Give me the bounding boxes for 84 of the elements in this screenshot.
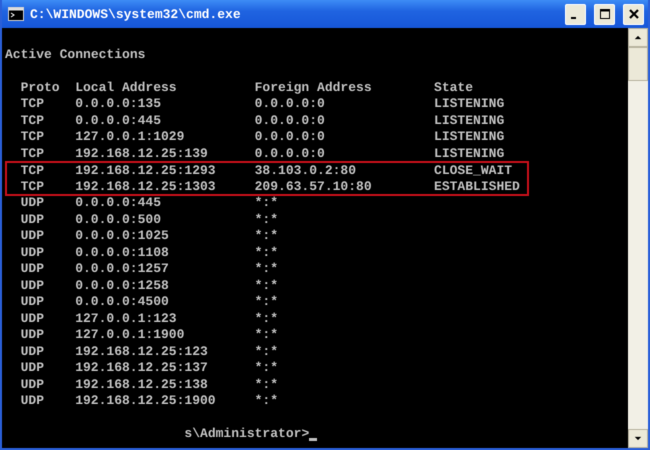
local-address-text: 0.0.0.0:1257: [75, 261, 170, 278]
protocol-text: UDP: [20, 310, 45, 327]
local-address-text: 192.168.12.25:138: [75, 376, 209, 393]
foreign-address-text: 0.0.0.0:0: [254, 96, 326, 112]
foreign-address-text: *:*: [254, 278, 280, 294]
local-address-text: 0.0.0.0:1108: [75, 244, 170, 261]
foreign-address-text: *:*: [254, 376, 280, 393]
local-address-text: 0.0.0.0:445: [75, 112, 162, 129]
foreign-address-text: *:*: [254, 310, 280, 327]
local-address-text: 192.168.12.25:137: [75, 360, 209, 376]
local-address-text: 192.168.12.25:1293: [75, 163, 217, 178]
protocol-text: UDP: [20, 393, 45, 410]
close-icon: [628, 8, 640, 20]
protocol-text: UDP: [20, 261, 45, 278]
state-text: CLOSE_WAIT: [434, 163, 512, 178]
local-address-text: 0.0.0.0:445: [75, 195, 162, 212]
foreign-address-text: *:*: [254, 212, 280, 228]
protocol-text: UDP: [20, 228, 45, 244]
foreign-address-text: *:*: [254, 228, 280, 244]
down-arrow-icon: [634, 436, 642, 441]
foreign-address-text: 0.0.0.0:0: [254, 112, 326, 129]
local-address-text: 0.0.0.0:500: [75, 212, 162, 228]
foreign-address-text: *:*: [254, 294, 280, 310]
protocol-text: UDP: [20, 212, 45, 228]
console-heading: Active Connections: [5, 46, 146, 62]
protocol-text: TCP: [20, 178, 45, 194]
up-arrow-icon: [634, 35, 642, 40]
maximize-button[interactable]: [594, 4, 615, 24]
column-header: Proto: [20, 80, 61, 96]
protocol-text: TCP: [20, 163, 45, 178]
protocol-text: UDP: [20, 195, 45, 212]
foreign-address-text: *:*: [254, 261, 280, 278]
protocol-text: TCP: [20, 96, 45, 112]
local-address-text: 192.168.12.25:123: [75, 344, 209, 360]
local-address-text: 127.0.0.1:1900: [75, 327, 186, 344]
protocol-text: UDP: [20, 360, 45, 376]
state-text: LISTENING: [434, 146, 504, 162]
state-text: LISTENING: [434, 96, 504, 112]
protocol-text: TCP: [20, 146, 45, 162]
foreign-address-text: 38.103.0.2:80: [254, 163, 358, 178]
local-address-text: 0.0.0.0:135: [75, 96, 162, 112]
foreign-address-text: *:*: [254, 327, 280, 344]
column-header: Local Address: [75, 80, 178, 96]
local-address-text: 127.0.0.1:1029: [75, 129, 186, 146]
foreign-address-text: 0.0.0.0:0: [254, 129, 326, 146]
protocol-text: TCP: [20, 129, 45, 146]
maximize-icon: [598, 8, 610, 20]
local-address-text: 192.168.12.25:139: [75, 146, 209, 162]
window-title: C:\WINDOWS\system32\cmd.exe: [30, 6, 241, 22]
protocol-text: UDP: [20, 327, 45, 344]
foreign-address-text: *:*: [254, 195, 280, 212]
foreign-address-text: 209.63.57.10:80: [254, 178, 373, 194]
local-address-text: 0.0.0.0:4500: [75, 294, 170, 310]
minimize-button[interactable]: [565, 4, 586, 24]
foreign-address-text: *:*: [254, 360, 280, 376]
protocol-text: UDP: [20, 294, 45, 310]
close-button[interactable]: [623, 4, 644, 24]
local-address-text: 0.0.0.0:1258: [75, 278, 170, 294]
local-address-text: 0.0.0.0:1025: [75, 228, 170, 244]
command-prompt: s\Administrator>: [184, 426, 310, 442]
local-address-text: 127.0.0.1:123: [75, 310, 178, 327]
scroll-down-button[interactable]: [628, 429, 648, 448]
protocol-text: UDP: [20, 376, 45, 393]
text-cursor: [309, 438, 318, 440]
column-header: State: [434, 80, 474, 96]
local-address-text: 192.168.12.25:1900: [75, 393, 217, 410]
scroll-thumb[interactable]: [628, 47, 648, 81]
protocol-text: UDP: [20, 244, 45, 261]
state-text: LISTENING: [434, 112, 504, 129]
foreign-address-text: *:*: [254, 244, 280, 261]
local-address-text: 192.168.12.25:1303: [75, 178, 217, 194]
console-icon: [8, 7, 24, 21]
foreign-address-text: *:*: [254, 393, 280, 410]
column-header: Foreign Address: [254, 80, 373, 96]
protocol-text: UDP: [20, 344, 45, 360]
state-text: LISTENING: [434, 129, 504, 146]
foreign-address-text: *:*: [254, 344, 280, 360]
vertical-scrollbar[interactable]: [628, 28, 648, 448]
minimize-icon: [570, 17, 576, 19]
state-text: ESTABLISHED: [434, 178, 520, 194]
protocol-text: UDP: [20, 278, 45, 294]
foreign-address-text: 0.0.0.0:0: [254, 146, 326, 162]
protocol-text: TCP: [20, 112, 45, 129]
scroll-up-button[interactable]: [628, 28, 648, 47]
